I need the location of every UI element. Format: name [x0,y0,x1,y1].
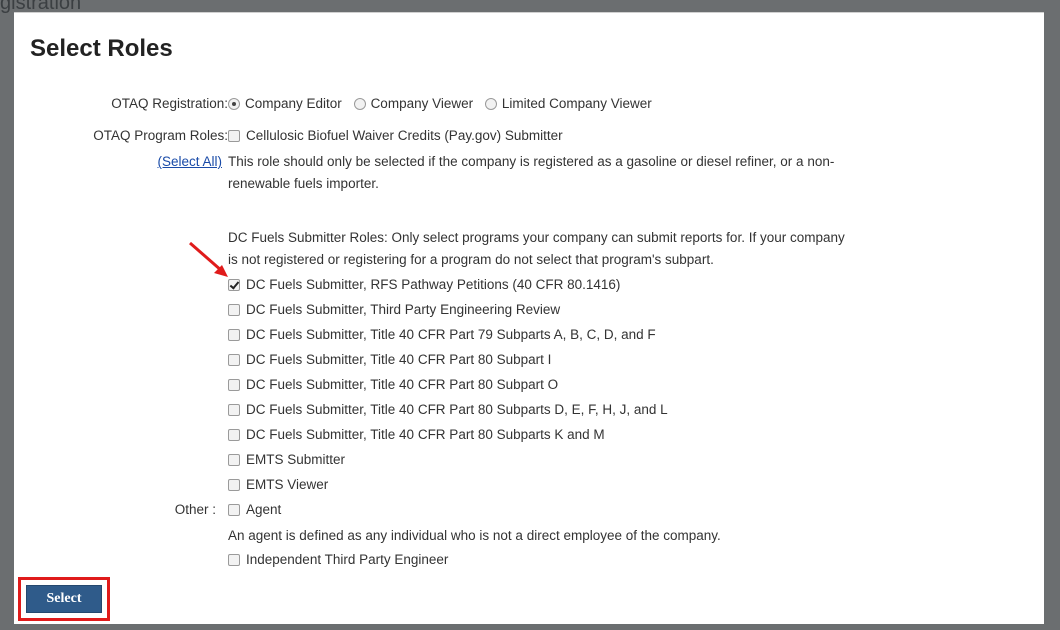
cellulosic-waiver-label: Cellulosic Biofuel Waiver Credits (Pay.g… [246,128,563,143]
role-row: DC Fuels Submitter, RFS Pathway Petition… [228,276,620,294]
dc-fuels-intro-line2: is not registered or registering for a p… [228,252,714,267]
select-all-wrap: (Select All) [0,153,222,171]
agent-note: An agent is defined as any individual wh… [228,528,721,543]
engineer-row: Independent Third Party Engineer [228,551,448,569]
role-row: DC Fuels Submitter, Title 40 CFR Part 80… [228,351,551,369]
radio-company-viewer[interactable] [353,98,366,110]
agent-row: Agent [228,501,281,519]
radio-limited-company-viewer[interactable] [484,98,497,110]
checkbox-rfs-pathway-petitions[interactable] [228,279,240,291]
select-button[interactable]: Select [26,585,102,613]
radio-company-viewer-label: Company Viewer [370,96,474,111]
checkbox-part80-subpart-o[interactable] [228,379,240,391]
select-roles-dialog: Select Roles OTAQ Registration: Company … [14,12,1044,624]
select-all-link[interactable]: (Select All) [157,154,222,169]
checkbox-cellulosic-waiver[interactable] [228,130,240,142]
cellulosic-note: This role should only be selected if the… [228,151,1048,195]
role-row: EMTS Viewer [228,476,328,494]
role-row: DC Fuels Submitter, Title 40 CFR Part 80… [228,401,668,419]
checkbox-part80-subparts-defhjl[interactable] [228,404,240,416]
checkbox-independent-engineer[interactable] [228,554,240,566]
radio-company-editor[interactable] [228,98,240,110]
checkbox-part80-subpart-i[interactable] [228,354,240,366]
radio-limited-company-viewer-label: Limited Company Viewer [501,96,652,111]
checkbox-part80-subparts-km[interactable] [228,429,240,441]
program-roles-label: OTAQ Program Roles: [93,128,228,143]
select-button-highlight: Select [18,577,110,621]
role-label: DC Fuels Submitter, Title 40 CFR Part 80… [246,377,559,392]
agent-label: Agent [246,502,282,517]
otaq-registration-label: OTAQ Registration: [111,96,228,111]
role-label: DC Fuels Submitter, Title 40 CFR Part 79… [246,327,656,342]
role-label: DC Fuels Submitter, Title 40 CFR Part 80… [246,352,552,367]
other-label: Other : [174,502,216,517]
red-arrow-annotation [189,241,228,277]
cellulosic-row: Cellulosic Biofuel Waiver Credits (Pay.g… [228,127,563,145]
cellulosic-note-line2: renewable fuels importer. [228,176,379,191]
role-row: DC Fuels Submitter, Title 40 CFR Part 79… [228,326,656,344]
checkbox-agent[interactable] [228,504,240,516]
role-row: DC Fuels Submitter, Third Party Engineer… [228,301,560,319]
role-label: EMTS Viewer [246,477,329,492]
otaq-registration-options: Company Editor Company Viewer Limited Co… [228,95,652,113]
radio-company-editor-label: Company Editor [245,96,342,111]
dialog-title: Select Roles [30,35,173,62]
role-label: DC Fuels Submitter, Title 40 CFR Part 80… [246,427,605,442]
engineer-label: Independent Third Party Engineer [246,552,449,567]
checkbox-emts-submitter[interactable] [228,454,240,466]
dc-fuels-intro-line1: DC Fuels Submitter Roles: Only select pr… [228,230,845,245]
checkbox-part79-subparts[interactable] [228,329,240,341]
role-row: EMTS Submitter [228,451,345,469]
role-label: DC Fuels Submitter, Third Party Engineer… [246,302,561,317]
checkbox-emts-viewer[interactable] [228,479,240,491]
cellulosic-note-line1: This role should only be selected if the… [228,154,835,169]
role-row: DC Fuels Submitter, Title 40 CFR Part 80… [228,376,558,394]
role-row: DC Fuels Submitter, Title 40 CFR Part 80… [228,426,605,444]
role-label: DC Fuels Submitter, RFS Pathway Petition… [246,277,621,292]
role-label: DC Fuels Submitter, Title 40 CFR Part 80… [246,402,668,417]
dc-fuels-intro: DC Fuels Submitter Roles: Only select pr… [228,227,1048,271]
checkbox-third-party-engineering[interactable] [228,304,240,316]
role-label: EMTS Submitter [246,452,346,467]
